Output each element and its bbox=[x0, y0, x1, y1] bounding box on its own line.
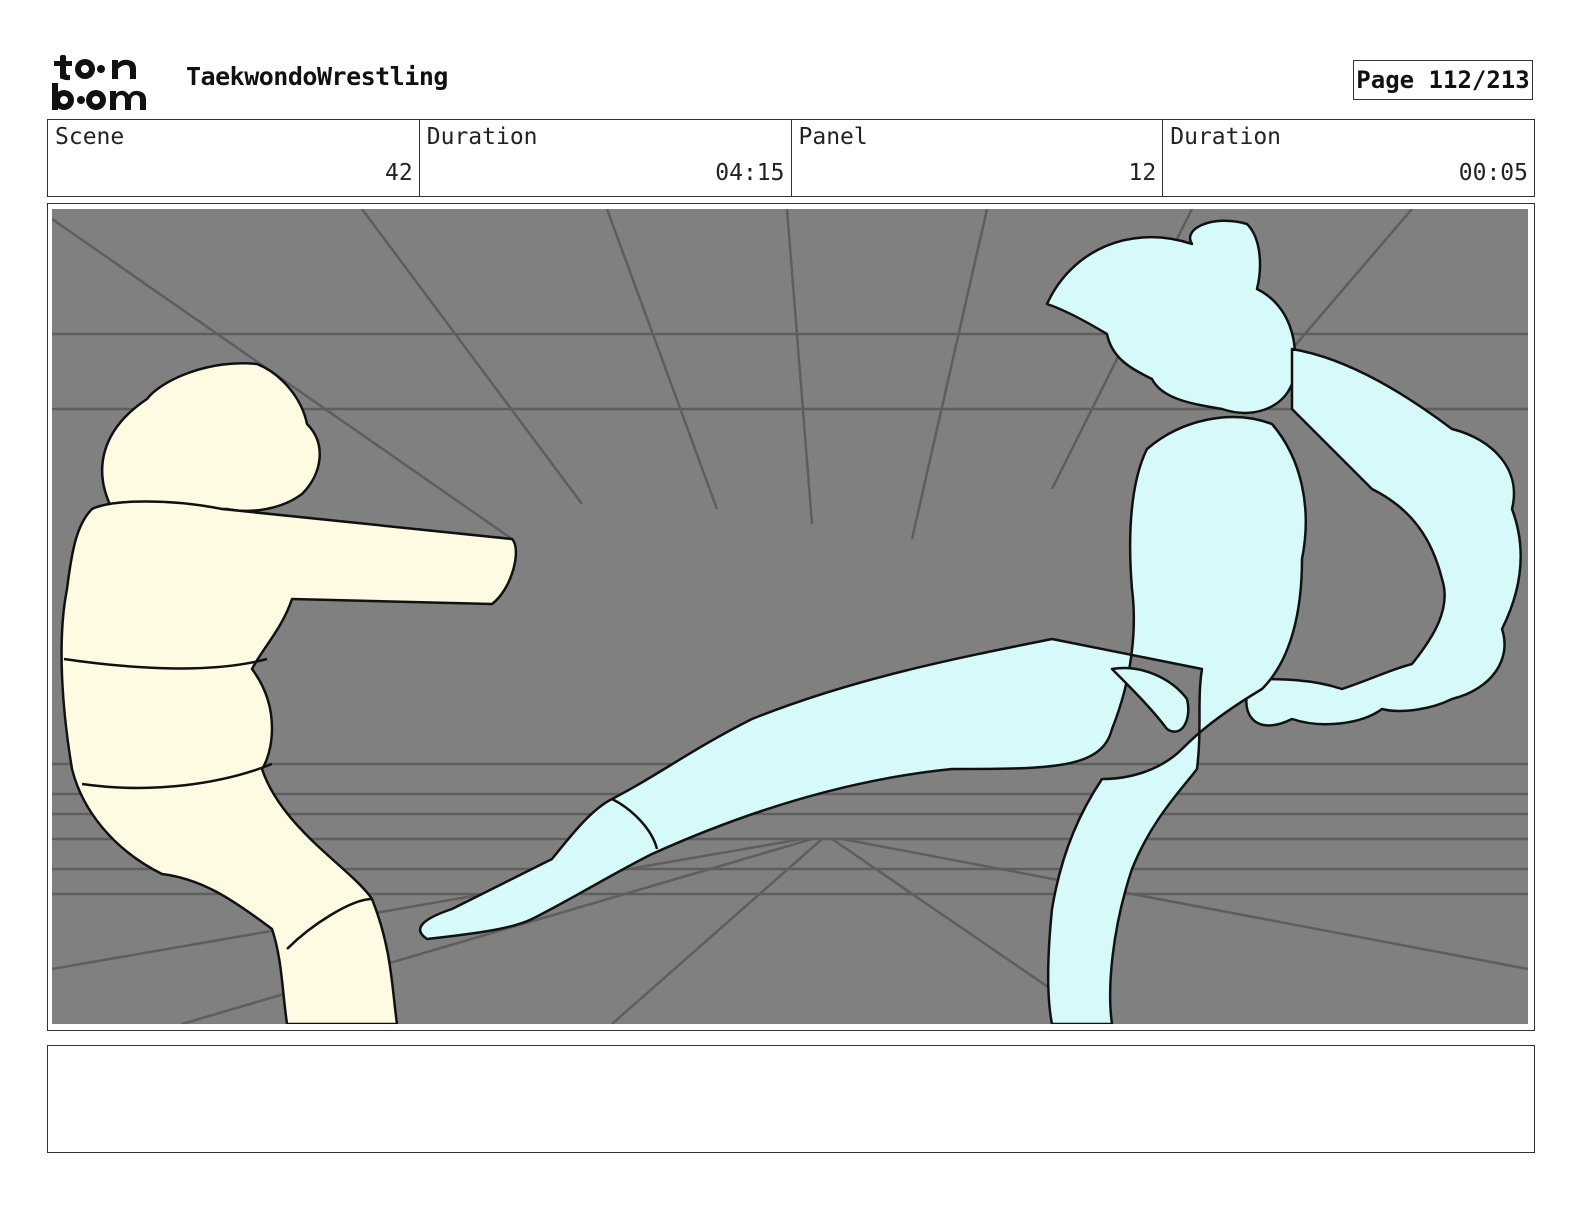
toonboom-logo bbox=[52, 55, 146, 110]
panel-cell: Panel 12 bbox=[792, 120, 1164, 196]
panel-duration-value: 00:05 bbox=[1458, 160, 1528, 186]
scene-duration-cell: Duration 04:15 bbox=[420, 120, 792, 196]
scene-value: 42 bbox=[385, 160, 413, 186]
panel-duration-cell: Duration 00:05 bbox=[1163, 120, 1534, 196]
storyboard-panel bbox=[47, 203, 1535, 1031]
notes-box bbox=[47, 1045, 1535, 1153]
scene-info-table: Scene 42 Duration 04:15 Panel 12 Duratio… bbox=[47, 119, 1535, 197]
scene-duration-value: 04:15 bbox=[715, 160, 785, 186]
panel-duration-label: Duration bbox=[1170, 124, 1282, 150]
panel-value: 12 bbox=[1128, 160, 1157, 186]
panel-label: Panel bbox=[798, 124, 868, 150]
scene-cell: Scene 42 bbox=[48, 120, 420, 196]
project-title: TaekwondoWrestling bbox=[186, 62, 448, 91]
panel-drawing bbox=[52, 209, 1528, 1024]
page-number: Page 112/213 bbox=[1353, 60, 1533, 100]
scene-label: Scene bbox=[55, 124, 125, 150]
scene-duration-label: Duration bbox=[426, 124, 538, 150]
